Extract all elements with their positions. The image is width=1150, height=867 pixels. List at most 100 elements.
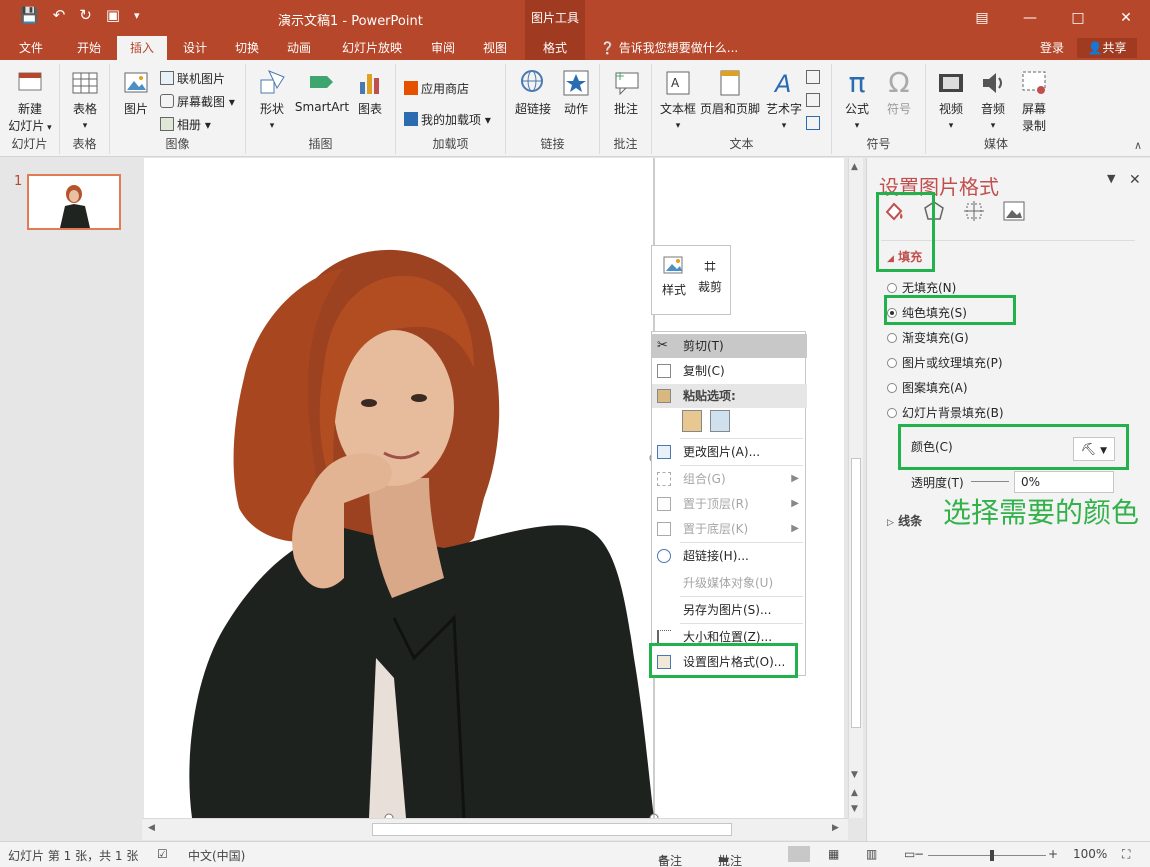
zoom-level[interactable]: 100% bbox=[1073, 847, 1107, 861]
zoom-slider-thumb[interactable] bbox=[990, 850, 994, 861]
prev-slide-icon[interactable]: ▲ bbox=[851, 788, 858, 798]
tab-file[interactable]: 文件 bbox=[12, 36, 50, 60]
collapse-ribbon-icon[interactable]: ∧ bbox=[1134, 139, 1142, 152]
object-button[interactable] bbox=[806, 116, 823, 131]
scroll-down-icon[interactable]: ▼ bbox=[851, 770, 858, 780]
style-button[interactable]: 样式 bbox=[656, 254, 692, 298]
slide-number-button[interactable] bbox=[806, 93, 823, 108]
hyperlink-button[interactable]: 超链接 bbox=[512, 68, 554, 117]
store-button[interactable]: 应用商店 bbox=[404, 80, 469, 97]
tab-transitions[interactable]: 切换 bbox=[224, 36, 270, 60]
present-icon[interactable]: ▣ bbox=[106, 6, 120, 24]
horizontal-scrollbar[interactable]: ◀ ▶ bbox=[142, 818, 848, 840]
fit-to-window-icon[interactable]: ⛶ bbox=[1122, 847, 1130, 862]
tell-me-box[interactable]: ❔ 告诉我您想要做什么... bbox=[600, 36, 738, 60]
radio-picture-fill[interactable]: 图片或纹理填充(P) bbox=[887, 354, 1003, 371]
screenshot-button[interactable]: 屏幕截图 ▾ bbox=[160, 93, 235, 110]
picture-button[interactable]: 图片 bbox=[118, 68, 154, 117]
spellcheck-icon[interactable]: ☑ bbox=[157, 847, 168, 861]
slide-thumbnail[interactable] bbox=[27, 174, 121, 230]
line-section-header[interactable]: ▷ 线条 bbox=[887, 512, 922, 529]
menu-item-size-position[interactable]: 大小和位置(Z)... bbox=[652, 625, 807, 649]
login-link[interactable]: 登录 bbox=[1040, 36, 1064, 60]
picture-tab-icon[interactable] bbox=[1001, 198, 1027, 224]
size-properties-tab-icon[interactable] bbox=[961, 198, 987, 224]
new-slide-button[interactable]: 新建 幻灯片 ▾ bbox=[6, 68, 54, 134]
scroll-right-icon[interactable]: ▶ bbox=[832, 823, 839, 833]
menu-item-group[interactable]: 组合(G) ▶ bbox=[652, 467, 807, 491]
menu-item-bring-front[interactable]: 置于顶层(R) ▶ bbox=[652, 492, 807, 516]
menu-item-send-back[interactable]: 置于底层(K) ▶ bbox=[652, 517, 807, 541]
comment-button[interactable]: + 批注 bbox=[608, 68, 644, 117]
shapes-button[interactable]: 形状 ▾ bbox=[254, 68, 290, 131]
chart-button[interactable]: 图表 bbox=[352, 68, 388, 117]
zoom-slider[interactable] bbox=[928, 855, 1046, 856]
zoom-in-icon[interactable]: + bbox=[1048, 847, 1058, 861]
online-picture-button[interactable]: 联机图片 bbox=[160, 70, 225, 87]
symbol-button[interactable]: Ω 符号 bbox=[880, 68, 918, 117]
textbox-button[interactable]: A 文本框 ▾ bbox=[656, 68, 700, 131]
smartart-button[interactable]: SmartArt bbox=[294, 68, 350, 114]
screen-record-button[interactable]: 屏幕 录制 bbox=[1014, 68, 1054, 134]
tab-animations[interactable]: 动画 bbox=[276, 36, 322, 60]
transparency-input[interactable]: 0% bbox=[1014, 471, 1114, 493]
tab-design[interactable]: 设计 bbox=[172, 36, 218, 60]
slide-sorter-icon[interactable]: ▦ bbox=[828, 847, 839, 861]
reading-view-icon[interactable]: ▥ bbox=[866, 847, 877, 861]
menu-item-save-as-picture[interactable]: 另存为图片(S)... bbox=[652, 598, 807, 622]
action-button[interactable]: 动作 bbox=[558, 68, 594, 117]
tab-format[interactable]: 格式 bbox=[525, 36, 585, 60]
fill-line-tab-icon[interactable] bbox=[881, 198, 907, 224]
crop-button[interactable]: ⌗ 裁剪 bbox=[692, 254, 728, 295]
menu-item-copy[interactable]: 复制(C) bbox=[652, 359, 807, 383]
radio-pattern-fill[interactable]: 图案填充(A) bbox=[887, 379, 968, 396]
paste-keep-format-icon[interactable] bbox=[682, 410, 702, 432]
pane-options-icon[interactable]: ▼ bbox=[1107, 172, 1115, 185]
paste-as-picture-icon[interactable] bbox=[710, 410, 730, 432]
wordart-button[interactable]: A 艺术字 ▾ bbox=[764, 68, 804, 131]
tab-insert[interactable]: 插入 bbox=[117, 36, 167, 60]
tab-view[interactable]: 视图 bbox=[472, 36, 518, 60]
video-button[interactable]: 视频 ▾ bbox=[932, 68, 970, 131]
tab-home[interactable]: 开始 bbox=[66, 36, 112, 60]
header-footer-button[interactable]: 页眉和页脚 bbox=[698, 68, 762, 117]
album-button[interactable]: 相册 ▾ bbox=[160, 116, 211, 133]
vscroll-thumb[interactable] bbox=[851, 458, 861, 728]
audio-button[interactable]: 音频 ▾ bbox=[974, 68, 1012, 131]
scroll-up-icon[interactable]: ▲ bbox=[851, 162, 858, 172]
pane-close-icon[interactable]: ✕ bbox=[1129, 172, 1141, 188]
radio-no-fill[interactable]: 无填充(N) bbox=[887, 279, 956, 296]
share-button[interactable]: 👤共享 bbox=[1077, 38, 1137, 58]
next-slide-icon[interactable]: ▼ bbox=[851, 804, 858, 814]
my-addins-button[interactable]: 我的加载项 ▾ bbox=[404, 111, 491, 128]
vertical-scrollbar[interactable]: ▲ ▼ ▲ ▼ bbox=[848, 158, 863, 818]
redo-icon[interactable]: ↻ bbox=[79, 6, 92, 24]
effects-tab-icon[interactable] bbox=[921, 198, 947, 224]
menu-item-format-picture[interactable]: 设置图片格式(O)... bbox=[652, 650, 807, 674]
menu-item-hyperlink[interactable]: 超链接(H)... bbox=[652, 544, 807, 568]
color-picker-button[interactable]: ⛏ ▼ bbox=[1073, 437, 1115, 461]
radio-background-fill[interactable]: 幻灯片背景填充(B) bbox=[887, 404, 1004, 421]
scroll-left-icon[interactable]: ◀ bbox=[148, 823, 155, 833]
menu-item-cut[interactable]: ✂ 剪切(T) bbox=[652, 334, 807, 358]
transparency-slider[interactable] bbox=[971, 481, 1009, 482]
hscroll-thumb[interactable] bbox=[372, 823, 732, 836]
close-icon[interactable]: ✕ bbox=[1102, 0, 1150, 36]
normal-view-icon[interactable] bbox=[788, 846, 810, 862]
radio-solid-fill[interactable]: 纯色填充(S) bbox=[887, 304, 967, 321]
customize-qat-icon[interactable]: ▾ bbox=[134, 9, 140, 22]
language-indicator[interactable]: 中文(中国) bbox=[188, 847, 245, 864]
save-icon[interactable]: 💾 bbox=[20, 6, 39, 24]
maximize-icon[interactable]: □ bbox=[1054, 0, 1102, 36]
undo-icon[interactable]: ↶ bbox=[53, 6, 66, 24]
zoom-out-icon[interactable]: − bbox=[914, 847, 924, 861]
date-time-button[interactable] bbox=[806, 70, 823, 85]
radio-gradient-fill[interactable]: 渐变填充(G) bbox=[887, 329, 969, 346]
table-button[interactable]: 表格 ▾ bbox=[66, 68, 104, 131]
minimize-icon[interactable]: — bbox=[1006, 0, 1054, 36]
ribbon-display-icon[interactable]: ▤ bbox=[958, 0, 1006, 36]
menu-item-change-picture[interactable]: 更改图片(A)... bbox=[652, 440, 807, 464]
tab-review[interactable]: 审阅 bbox=[420, 36, 466, 60]
tab-slideshow[interactable]: 幻灯片放映 bbox=[334, 36, 410, 60]
menu-item-upgrade-media[interactable]: 升级媒体对象(U) bbox=[652, 571, 807, 595]
